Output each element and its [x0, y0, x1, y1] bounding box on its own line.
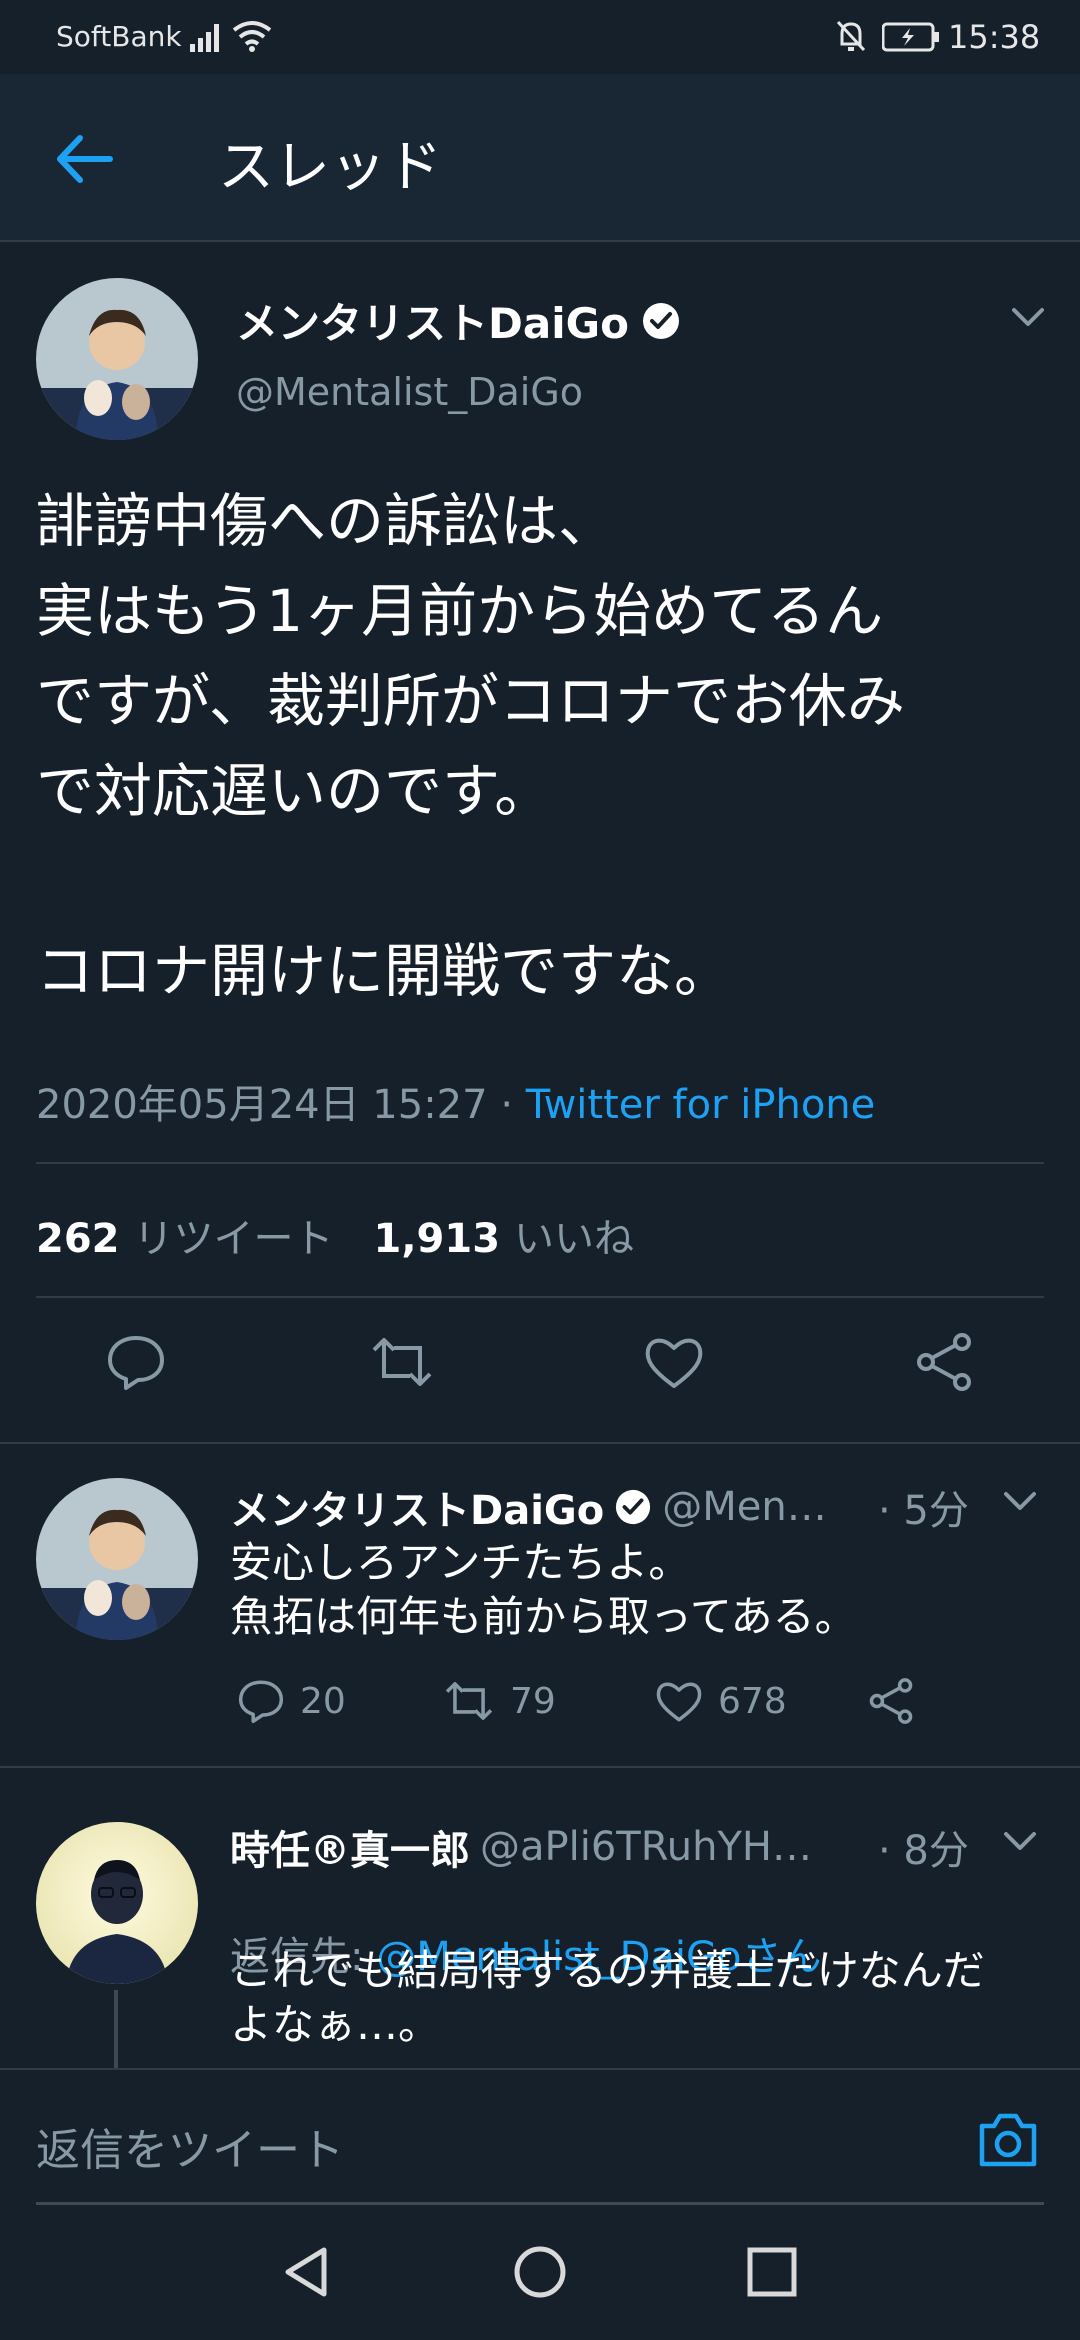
compose-bar: 返信をツイート	[0, 2068, 1080, 2208]
tweet-meta: 2020年05月24日 15:27 · Twitter for iPhone	[36, 1072, 875, 1130]
avatar-image	[36, 1478, 198, 1640]
retweet-action[interactable]: 79	[442, 1676, 556, 1726]
reply-text: これでも結局得するの弁護士だけなんだ よなぁ…。	[230, 1946, 985, 2049]
retweet-icon[interactable]	[370, 1330, 434, 1394]
chevron-down-icon[interactable]	[1002, 1830, 1038, 1854]
like-icon[interactable]	[642, 1330, 706, 1394]
tweet-text: 誹謗中傷への訴訟は、 実はもう1ヶ月前から始めてるん ですが、裁判所がコロナでお…	[36, 487, 905, 1005]
author-name: メンタリストDaiGo	[236, 299, 629, 348]
reply-author-handle: @Men…	[662, 1484, 827, 1530]
reply-time: · 8分	[878, 1828, 969, 1874]
author-name-row[interactable]: メンタリストDaiGo	[236, 290, 681, 351]
nav-recents-icon[interactable]	[744, 2244, 800, 2300]
divider	[0, 1442, 1080, 1444]
reply-action[interactable]: 20	[236, 1676, 346, 1726]
avatar-image	[36, 1822, 198, 1984]
battery-icon	[882, 22, 939, 52]
like-action[interactable]: 678	[654, 1676, 787, 1726]
status-bar: SoftBank 15:38	[0, 0, 1080, 74]
chevron-down-icon[interactable]	[1002, 1490, 1038, 1514]
divider	[36, 1162, 1044, 1164]
tweet-actions	[0, 1330, 1080, 1410]
reply-count: 20	[300, 1680, 346, 1722]
reply-header[interactable]: 時任®真一郎 @aPli6TRuhYH…	[230, 1818, 812, 1876]
tweet-stats: 262 リツイート 1,913 いいね	[36, 1206, 660, 1264]
reply-author-name: 時任®真一郎	[230, 1828, 470, 1874]
reply-text: 安心しろアンチたちよ。 魚拓は何年も前から取ってある。	[230, 1538, 857, 1641]
tweet-timestamp: 2020年05月24日 15:27	[36, 1082, 488, 1128]
nav-home-icon[interactable]	[512, 2244, 568, 2300]
like-count: 678	[718, 1680, 787, 1722]
author-handle[interactable]: @Mentalist_DaiGo	[236, 370, 583, 414]
retweet-icon	[445, 1682, 493, 1720]
reply-actions: 20 79 678	[230, 1676, 1050, 1736]
meta-separator: ·	[500, 1082, 514, 1128]
author-avatar[interactable]	[36, 278, 198, 440]
like-icon	[656, 1682, 702, 1722]
share-icon	[869, 1678, 913, 1724]
reply-header[interactable]: メンタリストDaiGo @Men…	[230, 1478, 827, 1536]
reply-icon	[238, 1680, 284, 1724]
retweet-count: 79	[510, 1680, 556, 1722]
share-action[interactable]	[866, 1676, 916, 1726]
carrier-label: SoftBank	[56, 20, 182, 53]
verified-badge-icon	[616, 1489, 651, 1525]
nav-back-icon[interactable]	[280, 2244, 336, 2300]
divider	[36, 1296, 1044, 1298]
like-count[interactable]: 1,913	[374, 1216, 501, 1262]
page-title: スレッド	[218, 135, 442, 200]
reply-author-name: メンタリストDaiGo	[230, 1488, 605, 1534]
wifi-icon	[232, 21, 272, 52]
reply-time: · 5分	[878, 1488, 969, 1534]
retweet-label[interactable]: リツイート	[134, 1206, 334, 1264]
input-underline	[36, 2202, 1044, 2205]
chevron-down-icon[interactable]	[1010, 306, 1046, 330]
app-header: スレッド	[0, 74, 1080, 242]
divider	[0, 1766, 1080, 1768]
system-nav-bar	[0, 2208, 1080, 2340]
reply-input[interactable]: 返信をツイート	[36, 2114, 344, 2178]
tweet-source-link[interactable]: Twitter for iPhone	[526, 1082, 876, 1128]
avatar-image	[36, 278, 198, 440]
signal-icon	[190, 24, 219, 52]
verified-badge-icon	[642, 302, 679, 339]
share-icon[interactable]	[912, 1330, 976, 1394]
thread-line	[114, 1990, 118, 2068]
camera-icon[interactable]	[976, 2108, 1040, 2172]
back-arrow-icon[interactable]	[50, 124, 120, 194]
retweet-count[interactable]: 262	[36, 1216, 120, 1262]
reply-icon[interactable]	[104, 1330, 168, 1394]
reply-avatar[interactable]	[36, 1822, 198, 1984]
bell-off-icon	[836, 20, 866, 52]
reply-author-handle: @aPli6TRuhYH…	[480, 1824, 812, 1870]
reply-avatar[interactable]	[36, 1478, 198, 1640]
like-label[interactable]: いいね	[514, 1206, 634, 1264]
clock: 15:38	[948, 18, 1041, 56]
